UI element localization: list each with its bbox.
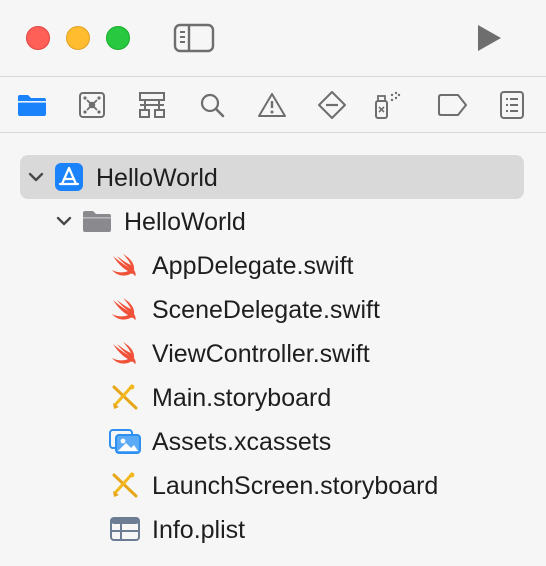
file-label: Assets.xcassets [152, 428, 332, 456]
folder-icon [18, 95, 46, 116]
storyboard-icon [112, 472, 138, 498]
tree-row-group[interactable]: HelloWorld [0, 199, 546, 243]
tab-source-control-navigator[interactable] [76, 89, 108, 121]
tab-report-navigator[interactable] [496, 89, 528, 121]
file-label: LaunchScreen.storyboard [152, 472, 439, 500]
plist-icon [110, 517, 140, 541]
minimize-window-button[interactable] [66, 26, 90, 50]
tree-row-file[interactable]: ViewController.swift [0, 331, 546, 375]
tab-find-navigator[interactable] [196, 89, 228, 121]
tab-symbol-navigator[interactable] [136, 89, 168, 121]
tab-breakpoint-navigator[interactable] [436, 89, 468, 121]
navigator-tab-bar [0, 77, 546, 132]
window-titlebar [0, 0, 546, 76]
tab-test-navigator[interactable] [316, 89, 348, 121]
swift-icon [112, 254, 136, 276]
project-navigator-tree: HelloWorld HelloWorld AppDelegate.swift … [0, 133, 546, 566]
list-icon [500, 91, 524, 119]
file-label: ViewController.swift [152, 340, 370, 368]
tree-row-file[interactable]: LaunchScreen.storyboard [0, 463, 546, 507]
tab-project-navigator[interactable] [16, 89, 48, 121]
tree-row-file[interactable]: Assets.xcassets [0, 419, 546, 463]
zoom-window-button[interactable] [106, 26, 130, 50]
hierarchy-icon [139, 92, 165, 118]
file-label: Info.plist [152, 516, 246, 544]
sidebar-left-icon [173, 23, 215, 53]
tree-row-file[interactable]: SceneDelegate.swift [0, 287, 546, 331]
search-icon [200, 93, 225, 118]
folder-icon [83, 211, 111, 232]
file-label: AppDelegate.swift [152, 252, 354, 280]
group-label: HelloWorld [124, 208, 246, 236]
close-window-button[interactable] [26, 26, 50, 50]
warning-icon [258, 93, 286, 117]
tree-row-file[interactable]: AppDelegate.swift [0, 243, 546, 287]
project-label: HelloWorld [96, 164, 218, 192]
swift-icon [112, 298, 136, 320]
file-label: SceneDelegate.swift [152, 296, 380, 324]
play-icon [478, 25, 501, 51]
storyboard-icon [112, 384, 138, 410]
tab-debug-navigator[interactable] [370, 89, 402, 121]
tree-row-file[interactable]: Main.storyboard [0, 375, 546, 419]
swift-icon [112, 342, 136, 364]
chevron-down-icon[interactable] [26, 167, 46, 187]
run-button[interactable] [470, 20, 506, 56]
assets-icon [109, 429, 141, 454]
app-project-icon [55, 163, 83, 191]
spray-can-icon [375, 91, 401, 119]
tree-row-project[interactable]: HelloWorld [0, 155, 546, 199]
file-label: Main.storyboard [152, 384, 332, 412]
diamond-minus-icon [318, 91, 346, 119]
sidebar-toggle-button[interactable] [172, 22, 216, 54]
chevron-down-icon[interactable] [54, 211, 74, 231]
tree-row-file[interactable]: Info.plist [0, 507, 546, 551]
tab-issue-navigator[interactable] [256, 89, 288, 121]
source-control-icon [79, 92, 105, 118]
breakpoint-tag-icon [438, 94, 467, 116]
